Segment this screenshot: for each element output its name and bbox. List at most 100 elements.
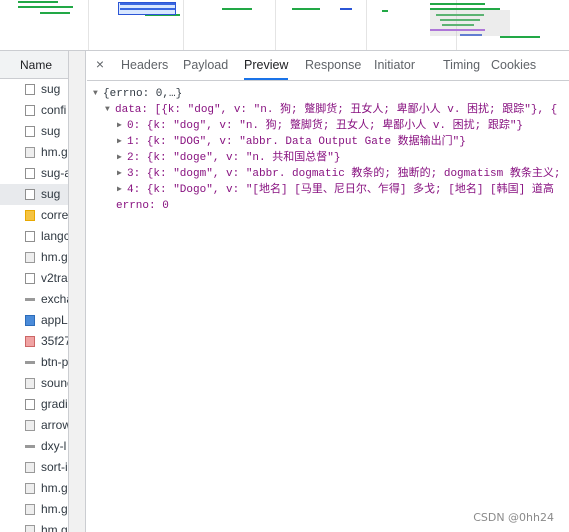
- tree-node-data[interactable]: ▼ data: [{k: "dog", v: "n. 狗; 蹩脚货; 丑女人; 卑…: [87, 102, 569, 118]
- detail-tabs: × Headers Payload Preview Response Initiator…: [87, 51, 569, 81]
- request-detail-pane: × Headers Payload Preview Response Initiator…: [87, 51, 569, 532]
- request-row[interactable]: hm.g: [0, 520, 68, 532]
- expand-triangle-icon[interactable]: ▶: [117, 134, 127, 150]
- tree-node-text: 2: {k: "doge", v: "n. 共和国总督"}: [127, 152, 341, 164]
- expand-triangle-icon[interactable]: ▶: [117, 150, 127, 166]
- image-icon: [25, 315, 35, 326]
- image-icon: [25, 462, 35, 473]
- other-resource-icon: [25, 445, 35, 448]
- request-row[interactable]: hm.g: [0, 142, 68, 163]
- image-icon: [25, 378, 35, 389]
- expand-triangle-icon[interactable]: ▼: [105, 102, 115, 118]
- expand-triangle-icon[interactable]: ▶: [117, 166, 127, 182]
- request-name: hm.g: [41, 523, 68, 532]
- tab-initiator[interactable]: Initiator: [374, 51, 415, 80]
- request-name: sort-i: [41, 460, 68, 474]
- overview-selection[interactable]: [118, 2, 176, 15]
- request-row[interactable]: gradi: [0, 394, 68, 415]
- overview-bar: [430, 3, 485, 5]
- image-icon: [25, 504, 35, 515]
- request-name: btn-p: [41, 355, 68, 369]
- tree-node-item[interactable]: ▶ 0: {k: "dog", v: "n. 狗; 蹩脚货; 丑女人; 卑鄙小人 …: [87, 118, 569, 134]
- request-name: appL: [41, 313, 68, 327]
- overview-grid-line: [366, 0, 367, 50]
- request-row[interactable]: langc: [0, 226, 68, 247]
- expand-triangle-icon[interactable]: ▼: [93, 86, 103, 102]
- name-column-header[interactable]: Name: [0, 51, 68, 79]
- overview-bar: [500, 36, 540, 38]
- request-name: v2tra: [41, 271, 68, 285]
- overview-grid-line: [275, 0, 276, 50]
- preview-tree: ▼ {errno: 0,…} ▼ data: [{k: "dog", v: "n. …: [87, 81, 569, 214]
- request-row[interactable]: dxy-l: [0, 436, 68, 457]
- tree-node-item[interactable]: ▶ 3: {k: "dogm", v: "abbr. dogmatic 教条的; …: [87, 166, 569, 182]
- request-row[interactable]: btn-p: [0, 352, 68, 373]
- request-name: hm.g: [41, 481, 68, 495]
- tab-response[interactable]: Response: [305, 51, 361, 80]
- tree-node-text: 0: {k: "dog", v: "n. 狗; 蹩脚货; 丑女人; 卑鄙小人 v…: [127, 120, 524, 132]
- other-resource-icon: [25, 361, 35, 364]
- image-icon: [25, 483, 35, 494]
- overview-bar: [40, 12, 70, 14]
- request-name: sug-a: [41, 166, 68, 180]
- tab-timing[interactable]: Timing: [443, 51, 480, 80]
- tree-root[interactable]: ▼ {errno: 0,…}: [87, 86, 569, 102]
- expand-triangle-icon[interactable]: ▶: [117, 118, 127, 134]
- request-row[interactable]: confi: [0, 100, 68, 121]
- list-scrollbar[interactable]: [69, 51, 86, 532]
- tab-payload[interactable]: Payload: [183, 51, 228, 80]
- tab-preview[interactable]: Preview: [244, 51, 289, 80]
- request-row[interactable]: v2tra: [0, 268, 68, 289]
- overview-bar: [292, 8, 320, 10]
- overview-highlight: [430, 10, 510, 36]
- request-row[interactable]: sort-i: [0, 457, 68, 478]
- overview-bar: [18, 1, 58, 3]
- tree-node-text: 3: {k: "dogm", v: "abbr. dogmatic 教条的; 独…: [127, 168, 561, 180]
- overview-bar: [382, 10, 388, 12]
- overview-bar: [18, 6, 73, 8]
- request-name: confi: [41, 103, 67, 117]
- close-icon[interactable]: ×: [93, 57, 107, 71]
- image-icon: [25, 525, 35, 532]
- request-row[interactable]: hm.g: [0, 499, 68, 520]
- request-row[interactable]: sug-a: [0, 163, 68, 184]
- image-icon: [25, 147, 35, 158]
- network-overview[interactable]: [0, 0, 569, 51]
- tree-node-item[interactable]: ▶ 1: {k: "DOG", v: "abbr. Data Output Gat…: [87, 134, 569, 150]
- request-name: sug: [41, 124, 61, 138]
- tree-node-item[interactable]: ▶ 4: {k: "Dogo", v: "[地名] [马里、尼日尔、乍得] 多戈;…: [87, 182, 569, 198]
- request-name: langc: [41, 229, 68, 243]
- request-name: hm.g: [41, 502, 68, 516]
- tree-node-errno[interactable]: errno: 0: [87, 198, 569, 214]
- expand-triangle-icon[interactable]: ▶: [117, 182, 127, 198]
- overview-bar: [340, 8, 352, 10]
- request-row[interactable]: excha: [0, 289, 68, 310]
- request-row[interactable]: appL: [0, 310, 68, 331]
- request-row[interactable]: sug: [0, 184, 68, 205]
- tree-node-text: 1: {k: "DOG", v: "abbr. Data Output Gate…: [127, 136, 466, 148]
- watermark: CSDN @0hh24: [473, 511, 554, 524]
- request-name: hm.g: [41, 145, 68, 159]
- request-name: 35f27: [41, 334, 68, 348]
- tab-headers[interactable]: Headers: [121, 51, 168, 80]
- request-row[interactable]: hm.g: [0, 478, 68, 499]
- document-icon: [25, 84, 35, 95]
- tree-node-text: errno: 0: [116, 200, 169, 212]
- request-row[interactable]: sound: [0, 373, 68, 394]
- tree-node-text: data: [{k: "dog", v: "n. 狗; 蹩脚货; 丑女人; 卑鄙…: [115, 104, 558, 116]
- request-row[interactable]: corre: [0, 205, 68, 226]
- request-name: arrow: [41, 418, 68, 432]
- request-row[interactable]: 35f27: [0, 331, 68, 352]
- request-row[interactable]: arrow: [0, 415, 68, 436]
- request-row[interactable]: sug: [0, 79, 68, 100]
- document-icon: [25, 126, 35, 137]
- request-name: corre: [41, 208, 68, 222]
- tree-node-item[interactable]: ▶ 2: {k: "doge", v: "n. 共和国总督"}: [87, 150, 569, 166]
- image-icon: [25, 252, 35, 263]
- request-name: hm.g: [41, 250, 68, 264]
- image-icon: [25, 336, 35, 347]
- document-icon: [25, 105, 35, 116]
- request-row[interactable]: hm.g: [0, 247, 68, 268]
- tab-cookies[interactable]: Cookies: [491, 51, 536, 80]
- request-row[interactable]: sug: [0, 121, 68, 142]
